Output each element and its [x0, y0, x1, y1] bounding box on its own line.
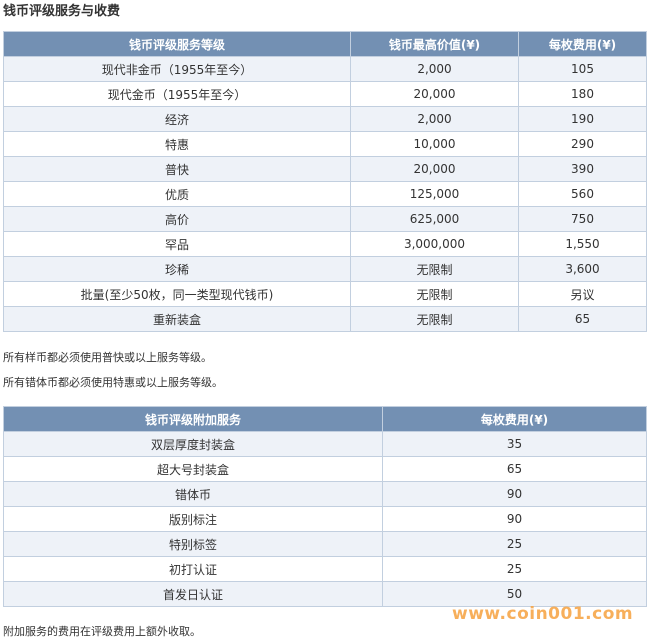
- table-cell: 20,000: [350, 156, 519, 182]
- table-cell: 90: [382, 481, 647, 507]
- table-cell: 50: [382, 581, 647, 607]
- table-cell: 10,000: [350, 131, 519, 157]
- table-cell: 特别标签: [3, 531, 383, 557]
- note-sample-coins: 所有样币都必须使用普快或以上服务等级。: [3, 351, 212, 364]
- table-cell: 无限制: [350, 256, 519, 282]
- table-cell: 3,000,000: [350, 231, 519, 257]
- table-cell: 290: [518, 131, 647, 157]
- table-row: 双层厚度封装盒 35: [3, 431, 647, 457]
- table-cell: 90: [382, 506, 647, 532]
- table-row: 特别标签 25: [3, 531, 647, 557]
- table-cell: 560: [518, 181, 647, 207]
- table-row: 重新装盒 无限制 65: [3, 306, 647, 332]
- column-header: 钱币评级附加服务: [3, 406, 383, 432]
- table-cell: 初打认证: [3, 556, 383, 582]
- table-cell: 25: [382, 556, 647, 582]
- table-cell: 优质: [3, 181, 351, 207]
- table-cell: 普快: [3, 156, 351, 182]
- table-header-row: 钱币评级附加服务 每枚费用(¥): [3, 406, 647, 432]
- table-cell: 750: [518, 206, 647, 232]
- note-error-coins: 所有错体币都必须使用特惠或以上服务等级。: [3, 376, 223, 389]
- table-cell: 错体币: [3, 481, 383, 507]
- table-cell: 190: [518, 106, 647, 132]
- table-row: 优质 125,000 560: [3, 181, 647, 207]
- table-cell: 另议: [518, 281, 647, 307]
- table-cell: 65: [382, 456, 647, 482]
- table-cell: 3,600: [518, 256, 647, 282]
- table-cell: 1,550: [518, 231, 647, 257]
- table-row: 高价 625,000 750: [3, 206, 647, 232]
- table-row: 超大号封装盒 65: [3, 456, 647, 482]
- table-cell: 首发日认证: [3, 581, 383, 607]
- table-row: 初打认证 25: [3, 556, 647, 582]
- addon-service-table: 钱币评级附加服务 每枚费用(¥) 双层厚度封装盒 35 超大号封装盒 65 错体币 90 版…: [3, 406, 647, 607]
- footer-note: 附加服务的费用在评级费用上额外收取。: [3, 625, 201, 638]
- table-cell: 无限制: [350, 281, 519, 307]
- column-header: 钱币评级服务等级: [3, 31, 351, 57]
- table-cell: 65: [518, 306, 647, 332]
- table-cell: 经济: [3, 106, 351, 132]
- table-row: 罕品 3,000,000 1,550: [3, 231, 647, 257]
- table-row: 批量(至少50枚，同一类型现代钱币) 无限制 另议: [3, 281, 647, 307]
- table-cell: 罕品: [3, 231, 351, 257]
- table-row: 普快 20,000 390: [3, 156, 647, 182]
- table-cell: 双层厚度封装盒: [3, 431, 383, 457]
- table-cell: 版别标注: [3, 506, 383, 532]
- table-cell: 625,000: [350, 206, 519, 232]
- table-cell: 2,000: [350, 106, 519, 132]
- table-cell: 180: [518, 81, 647, 107]
- table-row: 首发日认证 50: [3, 581, 647, 607]
- table-row: 版别标注 90: [3, 506, 647, 532]
- column-header: 每枚费用(¥): [382, 406, 647, 432]
- grading-fee-table: 钱币评级服务等级 钱币最高价值(¥) 每枚费用(¥) 现代非金币（1955年至今…: [3, 31, 647, 332]
- table-cell: 105: [518, 56, 647, 82]
- table-cell: 现代非金币（1955年至今）: [3, 56, 351, 82]
- table-cell: 390: [518, 156, 647, 182]
- table-cell: 无限制: [350, 306, 519, 332]
- table-row: 特惠 10,000 290: [3, 131, 647, 157]
- table-cell: 重新装盒: [3, 306, 351, 332]
- site-watermark: www.coin001.com: [452, 604, 634, 624]
- column-header: 钱币最高价值(¥): [350, 31, 519, 57]
- table-row: 珍稀 无限制 3,600: [3, 256, 647, 282]
- table-row: 现代非金币（1955年至今） 2,000 105: [3, 56, 647, 82]
- table-row: 错体币 90: [3, 481, 647, 507]
- table-cell: 高价: [3, 206, 351, 232]
- table-cell: 20,000: [350, 81, 519, 107]
- table-cell: 批量(至少50枚，同一类型现代钱币): [3, 281, 351, 307]
- page-title: 钱币评级服务与收费: [3, 4, 121, 19]
- column-header: 每枚费用(¥): [518, 31, 647, 57]
- table-row: 现代金币（1955年至今） 20,000 180: [3, 81, 647, 107]
- table-cell: 125,000: [350, 181, 519, 207]
- table-cell: 现代金币（1955年至今）: [3, 81, 351, 107]
- table-header-row: 钱币评级服务等级 钱币最高价值(¥) 每枚费用(¥): [3, 31, 647, 57]
- table-row: 经济 2,000 190: [3, 106, 647, 132]
- table-cell: 珍稀: [3, 256, 351, 282]
- table-cell: 超大号封装盒: [3, 456, 383, 482]
- table-cell: 35: [382, 431, 647, 457]
- table-cell: 25: [382, 531, 647, 557]
- table-cell: 2,000: [350, 56, 519, 82]
- table-cell: 特惠: [3, 131, 351, 157]
